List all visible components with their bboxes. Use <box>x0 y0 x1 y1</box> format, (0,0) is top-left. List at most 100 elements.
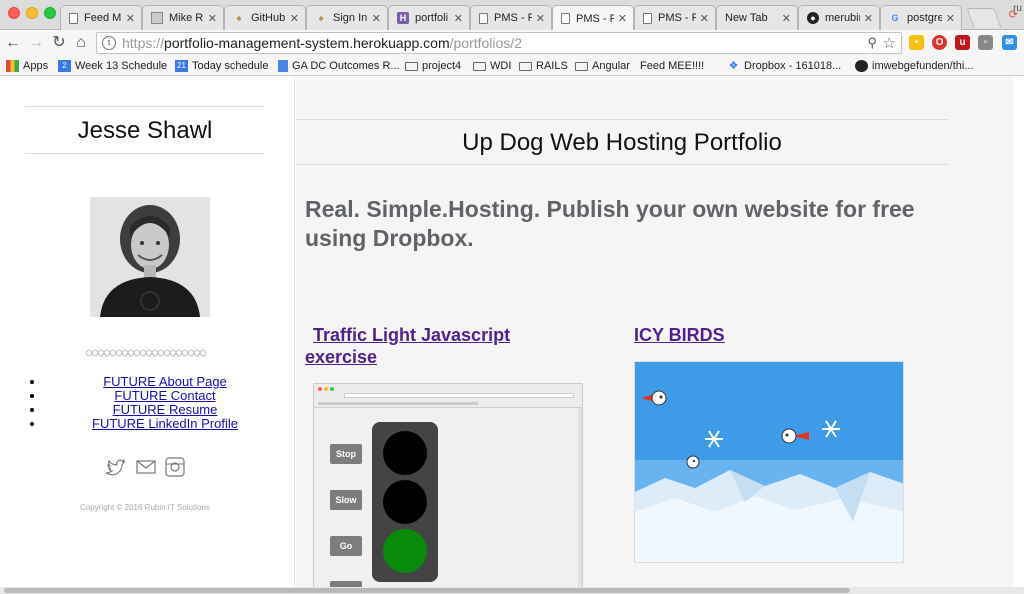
browser-tab[interactable]: Feed M ✕ <box>60 5 142 30</box>
extension-icon[interactable]: ✉ <box>1002 35 1017 50</box>
page-edge <box>1013 77 1024 594</box>
new-tab-button[interactable] <box>966 8 1002 28</box>
browser-tab[interactable]: Mike Ru ✕ <box>142 5 224 30</box>
bookmark-item[interactable]: ❖ Dropbox - 161018... <box>727 58 842 74</box>
tab-strip: Feed M ✕ Mike Ru ✕ ♠ GitHub ✕ ♠ Sign In … <box>0 0 1024 31</box>
opera-icon[interactable]: O <box>932 35 947 50</box>
go-button: Go <box>330 536 362 556</box>
browser-tab[interactable]: G postgre ✕ <box>880 5 962 30</box>
sidebar: Jesse Shawl FUTURE About Page FUTURE Con… <box>0 77 295 594</box>
zoom-icon[interactable]: ⚲ <box>867 35 877 51</box>
tab-title: PMS - R <box>576 12 614 25</box>
browser-tab-active[interactable]: PMS - R ✕ <box>552 5 634 31</box>
project-thumbnail[interactable] <box>634 361 904 563</box>
project-thumbnail[interactable]: Stop Slow Go <box>313 383 583 594</box>
bookmark-label: Angular <box>592 60 630 72</box>
close-icon[interactable]: ✕ <box>126 12 135 25</box>
back-icon[interactable]: ← <box>4 34 22 52</box>
stop-button: Stop <box>330 444 362 464</box>
url-host: portfolio-management-system.herokuapp.co… <box>164 35 450 51</box>
bookmark-label: Today schedule <box>192 60 269 72</box>
github-icon <box>855 60 868 72</box>
twitter-icon[interactable] <box>105 457 127 477</box>
bookmark-folder[interactable]: WDI <box>473 58 511 74</box>
nav-link-contact[interactable]: FUTURE Contact <box>114 388 215 403</box>
icy-birds-game-image <box>635 362 903 562</box>
close-icon[interactable]: ✕ <box>536 12 545 25</box>
page-title: Up Dog Web Hosting Portfolio <box>462 129 782 156</box>
bookmark-label: WDI <box>490 60 512 72</box>
close-icon[interactable]: ✕ <box>372 12 381 25</box>
close-icon[interactable]: ✕ <box>208 12 217 25</box>
close-icon[interactable]: ✕ <box>618 12 627 25</box>
red-light <box>383 431 427 475</box>
close-icon[interactable]: ✕ <box>454 12 463 25</box>
bookmark-star-icon[interactable]: ☆ <box>883 34 896 52</box>
home-icon[interactable]: ⌂ <box>72 34 90 52</box>
bookmark-item[interactable]: Feed MEE!!!! <box>640 58 705 147</box>
nav-link-resume[interactable]: FUTURE Resume <box>113 402 218 417</box>
sidebar-nav: FUTURE About Page FUTURE Contact FUTURE … <box>45 375 285 431</box>
address-bar[interactable]: i https://portfolio-management-system.he… <box>96 32 902 54</box>
ublock-icon[interactable]: u <box>955 35 970 50</box>
maximize-window-button[interactable] <box>44 7 56 19</box>
extension-icon[interactable]: ▪ <box>909 35 924 50</box>
email-icon[interactable] <box>135 457 157 477</box>
document-icon <box>479 12 488 24</box>
project-title-link[interactable]: ICY BIRDS <box>634 324 834 346</box>
project-title-link[interactable]: Traffic Light Javascript exercise <box>305 324 545 368</box>
nav-link-linkedin[interactable]: FUTURE LinkedIn Profile <box>92 416 238 431</box>
yellow-light <box>383 480 427 524</box>
portrait-image <box>90 197 210 317</box>
url-protocol: https:// <box>122 35 165 51</box>
nav-item: FUTURE Contact <box>45 389 285 403</box>
google-icon: G <box>891 13 899 23</box>
bookmark-item[interactable]: imwebgefunden/thi... <box>855 58 974 74</box>
bookmark-folder[interactable]: Angular <box>575 58 630 74</box>
url-path: /portfolios/2 <box>449 35 522 51</box>
browser-tab[interactable]: PMS - R ✕ <box>470 5 552 30</box>
browser-tab[interactable]: New Tab ✕ <box>716 5 798 30</box>
bookmark-folder[interactable]: project4 <box>405 58 461 74</box>
info-icon[interactable]: i <box>102 36 116 50</box>
instagram-icon[interactable] <box>164 457 186 477</box>
tab-title: Sign In <box>333 12 368 24</box>
close-window-button[interactable] <box>8 7 20 19</box>
browser-tab[interactable]: ♠ GitHub ✕ <box>224 5 306 30</box>
close-icon[interactable]: ✕ <box>864 12 873 25</box>
browser-tab[interactable]: PMS - R ✕ <box>634 5 716 30</box>
close-icon[interactable]: ✕ <box>782 12 791 25</box>
bookmark-label: GA DC Outcomes R... <box>292 60 400 72</box>
bookmark-label: Feed MEE!!!! <box>640 60 705 72</box>
tagline: Real. Simple.Hosting. Publish your own w… <box>305 196 915 251</box>
nav-link-about[interactable]: FUTURE About Page <box>103 374 227 389</box>
browser-tab[interactable]: ● merubin ✕ <box>798 5 880 30</box>
extension-icon[interactable]: ▫ <box>978 35 993 50</box>
bookmark-item[interactable]: 21 Today schedule <box>175 58 268 74</box>
folder-icon <box>575 61 588 71</box>
close-icon[interactable]: ✕ <box>700 12 709 25</box>
docs-icon <box>278 60 288 72</box>
browser-tab[interactable]: ♠ Sign In ✕ <box>306 5 388 30</box>
browser-tab[interactable]: H portfoli ✕ <box>388 5 470 30</box>
bookmark-folder[interactable]: RAILS <box>519 58 568 74</box>
calendar-icon: 2 <box>58 60 71 72</box>
folder-icon <box>405 61 418 71</box>
document-icon <box>69 12 78 24</box>
scrollbar-thumb[interactable] <box>4 588 850 593</box>
nav-item: FUTURE About Page <box>45 375 285 389</box>
browser-toolbar: ← → ↻ ⌂ i https://portfolio-management-s… <box>0 30 1024 56</box>
bookmark-item[interactable]: GA DC Outcomes R... <box>278 58 400 74</box>
close-icon[interactable]: ✕ <box>946 12 955 25</box>
reload-icon[interactable]: ↻ <box>50 34 68 52</box>
horizontal-scrollbar[interactable] <box>0 587 1024 594</box>
bookmark-apps[interactable]: Apps <box>6 58 48 74</box>
forward-icon[interactable]: → <box>27 34 45 52</box>
tab-title: Feed M <box>84 12 122 24</box>
close-icon[interactable]: ✕ <box>290 12 299 25</box>
divider <box>296 119 948 120</box>
folder-icon <box>473 61 486 71</box>
minimize-window-button[interactable] <box>26 7 38 19</box>
bookmark-item[interactable]: 2 Week 13 Schedule <box>58 58 167 74</box>
avatar <box>90 197 210 317</box>
